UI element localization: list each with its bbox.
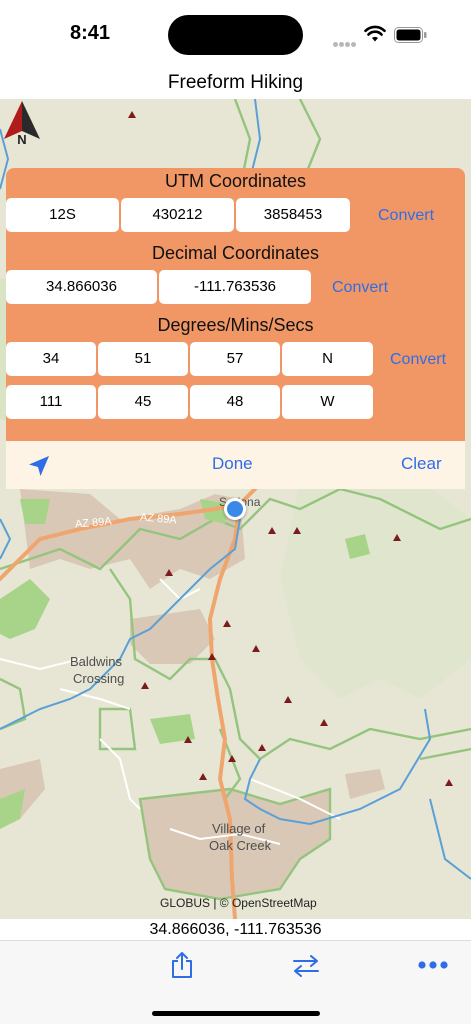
battery-icon	[394, 27, 427, 43]
dms-lon-seconds-field[interactable]: 48	[190, 385, 280, 419]
map-label-highway: AZ 89A	[74, 515, 113, 531]
coordinate-panel: UTM Coordinates 12S 430212 3858453 Conve…	[6, 168, 465, 489]
dms-lat-seconds-field[interactable]: 57	[190, 342, 280, 376]
share-icon[interactable]	[170, 951, 194, 979]
dms-lon-hemisphere-field[interactable]: W	[282, 385, 373, 419]
map-label-oak-creek: Oak Creek	[209, 838, 272, 853]
dms-lat-hemisphere-field[interactable]: N	[282, 342, 373, 376]
swap-arrows-icon[interactable]	[291, 955, 321, 977]
dms-convert-button[interactable]: Convert	[390, 351, 446, 369]
nav-bar: Freeform Hiking	[0, 68, 471, 99]
more-icon[interactable]	[418, 961, 448, 969]
decimal-section-title: Decimal Coordinates	[151, 243, 320, 263]
decimal-latitude-field[interactable]: 34.866036	[6, 270, 157, 304]
wifi-icon	[364, 25, 386, 42]
location-arrow-icon[interactable]	[28, 455, 50, 477]
status-bar: 8:41	[0, 0, 471, 68]
dms-lat-degrees-field[interactable]: 34	[6, 342, 96, 376]
dms-lon-minutes-field[interactable]: 45	[98, 385, 188, 419]
home-indicator	[152, 1011, 320, 1016]
done-button[interactable]: Done	[212, 454, 253, 474]
utm-northing-field[interactable]: 3858453	[236, 198, 350, 232]
utm-easting-field[interactable]: 430212	[121, 198, 234, 232]
map-label-village: Village of	[212, 821, 266, 836]
clear-button[interactable]: Clear	[401, 454, 442, 474]
dynamic-island	[168, 15, 303, 55]
dms-lon-degrees-field[interactable]: 111	[6, 385, 96, 419]
panel-toolbar: Done Clear	[6, 441, 465, 489]
coordinate-readout: 34.866036, -111.763536	[0, 919, 471, 940]
compass-icon[interactable]: N	[0, 99, 44, 147]
dms-section-title: Degrees/Mins/Secs	[157, 315, 314, 335]
bottom-toolbar	[0, 940, 471, 1024]
status-time: 8:41	[70, 22, 111, 44]
coordinate-panel-body: UTM Coordinates 12S 430212 3858453 Conve…	[6, 168, 465, 441]
current-location-marker	[224, 498, 246, 520]
decimal-convert-button[interactable]: Convert	[332, 279, 388, 297]
map-attribution: GLOBUS | © OpenStreetMap	[160, 896, 317, 910]
compass-north-label: N	[17, 132, 26, 147]
utm-convert-button[interactable]: Convert	[378, 207, 434, 225]
utm-section-title: UTM Coordinates	[164, 171, 307, 191]
dms-lat-minutes-field[interactable]: 51	[98, 342, 188, 376]
cellular-signal-icon	[333, 34, 357, 47]
map-label-baldwins: Baldwins	[70, 654, 123, 669]
map-label-crossing: Crossing	[73, 671, 125, 686]
page-title: Freeform Hiking	[167, 72, 304, 93]
map-label-highway: AZ 89A	[139, 511, 178, 527]
utm-zone-field[interactable]: 12S	[6, 198, 119, 232]
decimal-longitude-field[interactable]: -111.763536	[159, 270, 311, 304]
